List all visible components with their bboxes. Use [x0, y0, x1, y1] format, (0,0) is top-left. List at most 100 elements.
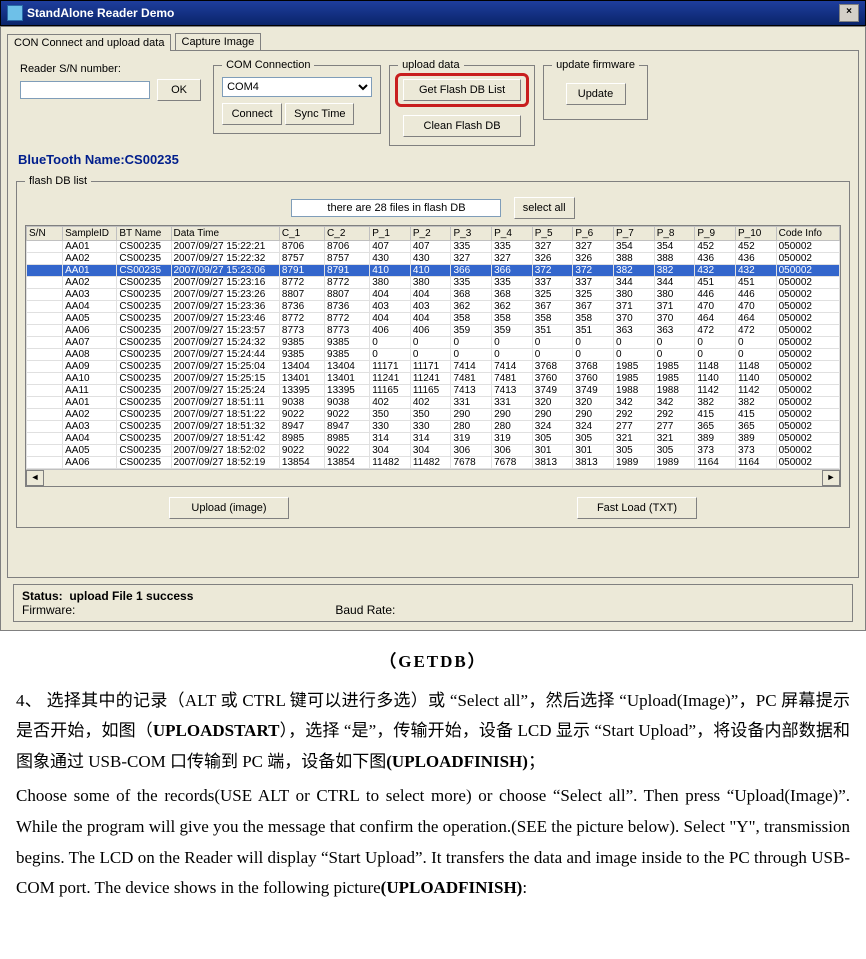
table-cell: 280: [451, 421, 492, 433]
table-cell: 290: [573, 409, 614, 421]
table-row[interactable]: AA06CS002352007/09/27 18:52:191385413854…: [27, 457, 840, 469]
table-cell: AA02: [63, 409, 117, 421]
table-row[interactable]: AA03CS002352007/09/27 15:23:268807880740…: [27, 289, 840, 301]
table-cell: [27, 349, 63, 361]
table-cell: 350: [410, 409, 451, 421]
table-cell: 2007/09/27 15:22:21: [171, 241, 279, 253]
ok-button[interactable]: OK: [157, 79, 201, 101]
table-cell: 9385: [325, 337, 370, 349]
get-flash-db-list-button[interactable]: Get Flash DB List: [403, 79, 521, 101]
table-row[interactable]: AA02CS002352007/09/27 15:22:328757875743…: [27, 253, 840, 265]
table-cell: 306: [492, 445, 533, 457]
table-cell: 305: [654, 445, 695, 457]
table-cell: 050002: [776, 349, 839, 361]
table-cell: 9385: [279, 337, 324, 349]
table-row[interactable]: AA01CS002352007/09/27 18:51:119038903840…: [27, 397, 840, 409]
table-cell: CS00235: [117, 337, 171, 349]
table-cell: 301: [532, 445, 573, 457]
table-header[interactable]: P_8: [654, 227, 695, 241]
table-header[interactable]: P_9: [695, 227, 736, 241]
table-header[interactable]: P_5: [532, 227, 573, 241]
table-row[interactable]: AA01CS002352007/09/27 15:22:218706870640…: [27, 241, 840, 253]
fast-load-txt-button[interactable]: Fast Load (TXT): [577, 497, 697, 519]
horizontal-scrollbar[interactable]: ◄ ►: [26, 469, 840, 486]
table-cell: 403: [370, 301, 411, 313]
table-cell: 362: [451, 301, 492, 313]
table-header[interactable]: Code Info: [776, 227, 839, 241]
table-row[interactable]: AA05CS002352007/09/27 15:23:468772877240…: [27, 313, 840, 325]
table-header[interactable]: P_3: [451, 227, 492, 241]
table-cell: AA01: [63, 397, 117, 409]
table-header[interactable]: C_2: [325, 227, 370, 241]
table-row[interactable]: AA10CS002352007/09/27 15:25:151340113401…: [27, 373, 840, 385]
table-header[interactable]: C_1: [279, 227, 324, 241]
table-row[interactable]: AA01CS002352007/09/27 15:23:068791879141…: [27, 265, 840, 277]
table-cell: 2007/09/27 18:51:42: [171, 433, 279, 445]
table-row[interactable]: AA05CS002352007/09/27 18:52:029022902230…: [27, 445, 840, 457]
com-port-select[interactable]: COM4: [222, 77, 372, 97]
close-icon[interactable]: ×: [839, 4, 859, 22]
table-cell: 335: [451, 277, 492, 289]
table-header[interactable]: P_4: [492, 227, 533, 241]
main-window: CON Connect and upload data Capture Imag…: [0, 26, 866, 631]
table-header[interactable]: BT Name: [117, 227, 171, 241]
table-cell: [27, 409, 63, 421]
table-row[interactable]: AA04CS002352007/09/27 15:23:368736873640…: [27, 301, 840, 313]
table-header[interactable]: P_10: [735, 227, 776, 241]
upload-data-group: upload data Get Flash DB List Clean Flas…: [389, 59, 535, 146]
table-cell: 8807: [325, 289, 370, 301]
table-cell: [27, 301, 63, 313]
table-cell: 389: [735, 433, 776, 445]
tab-capture-image[interactable]: Capture Image: [175, 33, 262, 50]
table-header[interactable]: P_2: [410, 227, 451, 241]
table-row[interactable]: AA02CS002352007/09/27 18:51:229022902235…: [27, 409, 840, 421]
tab-connect-upload[interactable]: CON Connect and upload data: [7, 34, 171, 51]
table-cell: 366: [451, 265, 492, 277]
table-cell: 1985: [614, 361, 655, 373]
table-cell: 404: [410, 289, 451, 301]
table-row[interactable]: AA03CS002352007/09/27 18:51:328947894733…: [27, 421, 840, 433]
table-row[interactable]: AA08CS002352007/09/27 15:24:449385938500…: [27, 349, 840, 361]
table-header[interactable]: SampleID: [63, 227, 117, 241]
table-header[interactable]: P_6: [573, 227, 614, 241]
scroll-left-icon[interactable]: ◄: [26, 470, 44, 486]
table-row[interactable]: AA07CS002352007/09/27 15:24:329385938500…: [27, 337, 840, 349]
table-cell: 1140: [695, 373, 736, 385]
table-header[interactable]: P_7: [614, 227, 655, 241]
sync-time-button[interactable]: Sync Time: [285, 103, 354, 125]
table-cell: 351: [573, 325, 614, 337]
status-label: Status:: [22, 589, 63, 603]
table-cell: 7413: [451, 385, 492, 397]
table-cell: [27, 337, 63, 349]
connect-button[interactable]: Connect: [222, 103, 282, 125]
flash-db-table[interactable]: S/NSampleIDBT NameData TimeC_1C_2P_1P_2P…: [26, 226, 840, 469]
table-cell: 0: [492, 337, 533, 349]
table-cell: 380: [654, 289, 695, 301]
table-cell: 0: [532, 337, 573, 349]
table-row[interactable]: AA06CS002352007/09/27 15:23:578773877340…: [27, 325, 840, 337]
reader-sn-input[interactable]: [20, 81, 150, 99]
table-row[interactable]: AA04CS002352007/09/27 18:51:428985898531…: [27, 433, 840, 445]
table-row[interactable]: AA11CS002352007/09/27 15:25:241339513395…: [27, 385, 840, 397]
get-flash-db-highlight: Get Flash DB List: [395, 73, 529, 107]
table-header[interactable]: S/N: [27, 227, 63, 241]
table-header[interactable]: Data Time: [171, 227, 279, 241]
table-header[interactable]: P_1: [370, 227, 411, 241]
table-cell: 406: [370, 325, 411, 337]
table-cell: 2007/09/27 15:23:57: [171, 325, 279, 337]
table-cell: 320: [573, 397, 614, 409]
clean-flash-db-button[interactable]: Clean Flash DB: [403, 115, 521, 137]
table-row[interactable]: AA09CS002352007/09/27 15:25:041340413404…: [27, 361, 840, 373]
update-button[interactable]: Update: [566, 83, 626, 105]
table-cell: 13854: [325, 457, 370, 469]
upload-image-button[interactable]: Upload (image): [169, 497, 289, 519]
table-cell: 9022: [325, 409, 370, 421]
select-all-button[interactable]: select all: [514, 197, 575, 219]
table-cell: 326: [532, 253, 573, 265]
firmware-label: Firmware:: [22, 603, 75, 617]
table-cell: 13401: [325, 373, 370, 385]
table-row[interactable]: AA02CS002352007/09/27 15:23:168772877238…: [27, 277, 840, 289]
table-cell: 050002: [776, 313, 839, 325]
scroll-right-icon[interactable]: ►: [822, 470, 840, 486]
table-cell: 368: [451, 289, 492, 301]
